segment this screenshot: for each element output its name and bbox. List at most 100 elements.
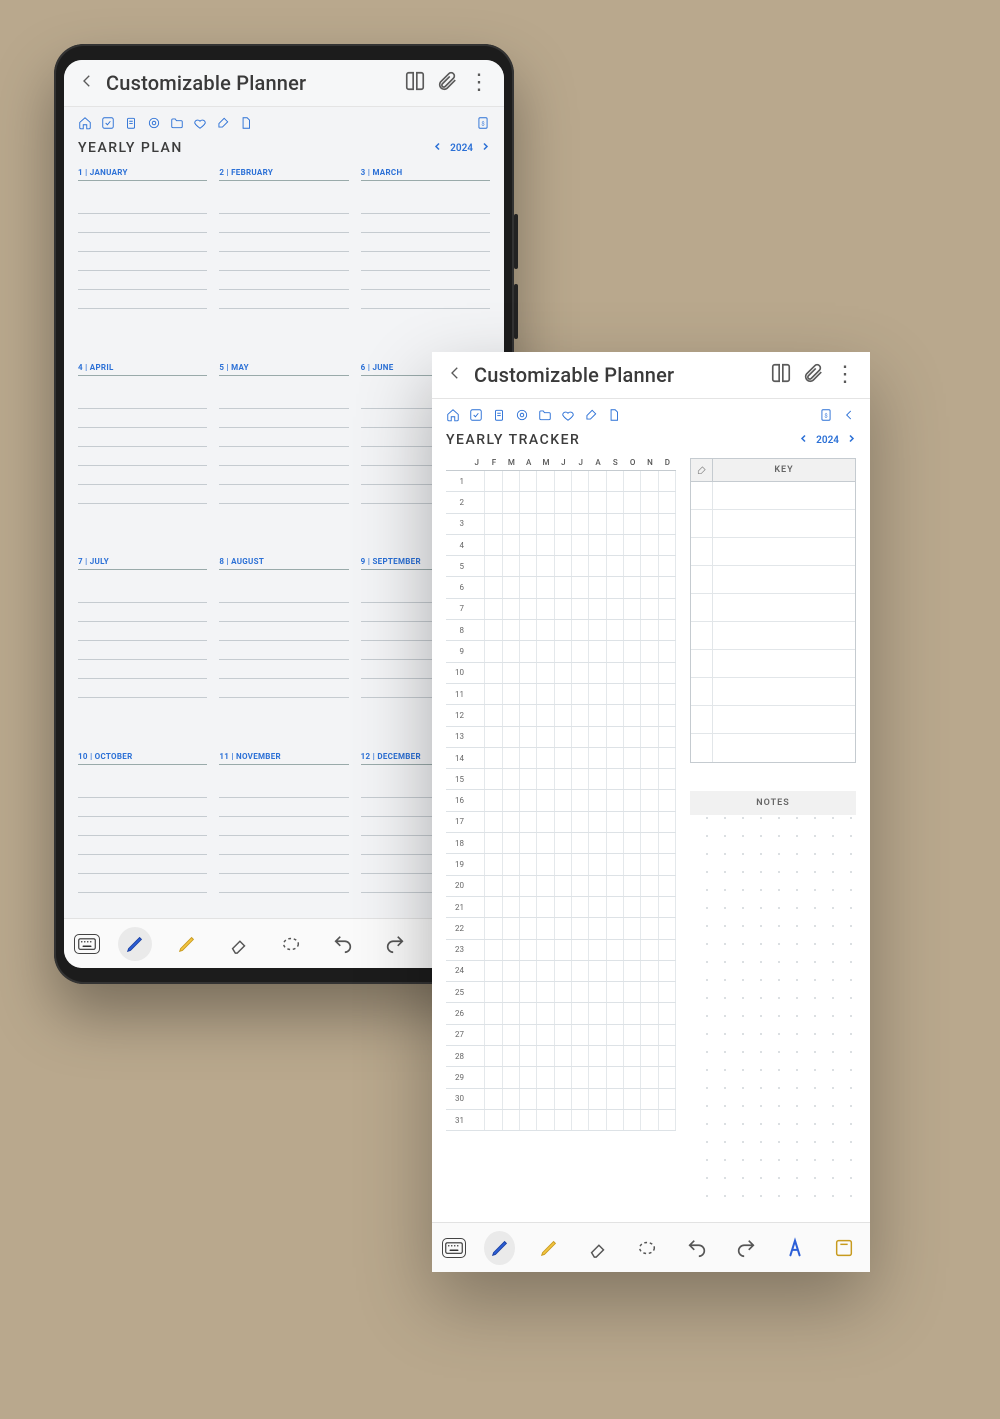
tracker-cell[interactable]: [641, 1067, 658, 1087]
tracker-cell[interactable]: [607, 1046, 624, 1066]
tracker-cell[interactable]: [503, 641, 520, 661]
tracker-cell[interactable]: [624, 1046, 641, 1066]
tracker-cell[interactable]: [520, 727, 537, 747]
expense-icon[interactable]: $: [819, 407, 833, 426]
checkbox-icon[interactable]: [469, 407, 483, 426]
tracker-cell[interactable]: [537, 876, 554, 896]
expense-icon[interactable]: $: [476, 115, 490, 134]
month-box-april[interactable]: 4 | APRIL: [72, 361, 213, 556]
tracker-cell[interactable]: [659, 940, 676, 960]
month-box-august[interactable]: 8 | AUGUST: [213, 555, 354, 750]
tracker-cell[interactable]: [659, 1046, 676, 1066]
tracker-cell[interactable]: [589, 1003, 606, 1023]
tracker-cell[interactable]: [624, 748, 641, 768]
tracker-cell[interactable]: [520, 684, 537, 704]
tracker-cell[interactable]: [572, 535, 589, 555]
tracker-cell[interactable]: [503, 1089, 520, 1109]
tracker-cell[interactable]: [607, 876, 624, 896]
tracker-cell[interactable]: [607, 1067, 624, 1087]
tracker-cell[interactable]: [555, 833, 572, 853]
tracker-cell[interactable]: [503, 684, 520, 704]
tracker-cell[interactable]: [537, 599, 554, 619]
tracker-cell[interactable]: [659, 492, 676, 512]
tracker-cell[interactable]: [503, 663, 520, 683]
year-label[interactable]: 2024: [450, 143, 473, 154]
tracker-cell[interactable]: [607, 1089, 624, 1109]
tracker-cell[interactable]: [555, 1003, 572, 1023]
tracker-cell[interactable]: [468, 854, 485, 874]
tracker-cell[interactable]: [589, 833, 606, 853]
key-row[interactable]: [691, 510, 855, 538]
tracker-cell[interactable]: [607, 961, 624, 981]
tracker-cell[interactable]: [641, 897, 658, 917]
tracker-cell[interactable]: [572, 940, 589, 960]
tracker-cell[interactable]: [659, 1089, 676, 1109]
tracker-cell[interactable]: [485, 854, 502, 874]
key-row[interactable]: [691, 678, 855, 706]
tracker-cell[interactable]: [641, 1025, 658, 1045]
tracker-cell[interactable]: [624, 599, 641, 619]
key-row[interactable]: [691, 706, 855, 734]
tracker-cell[interactable]: [659, 961, 676, 981]
tracker-cell[interactable]: [572, 876, 589, 896]
tracker-cell[interactable]: [485, 535, 502, 555]
tracker-cell[interactable]: [503, 492, 520, 512]
tracker-cell[interactable]: [607, 684, 624, 704]
tracker-cell[interactable]: [589, 471, 606, 491]
tracker-cell[interactable]: [624, 705, 641, 725]
tracker-cell[interactable]: [468, 577, 485, 597]
tracker-cell[interactable]: [624, 1025, 641, 1045]
tracker-cell[interactable]: [537, 769, 554, 789]
tracker-cell[interactable]: [468, 833, 485, 853]
tracker-cell[interactable]: [572, 812, 589, 832]
tracker-cell[interactable]: [607, 812, 624, 832]
tracker-cell[interactable]: [624, 471, 641, 491]
prev-year-button[interactable]: [433, 142, 442, 154]
tracker-cell[interactable]: [641, 748, 658, 768]
tracker-cell[interactable]: [589, 577, 606, 597]
tracker-cell[interactable]: [659, 535, 676, 555]
tracker-cell[interactable]: [624, 790, 641, 810]
tracker-cell[interactable]: [520, 876, 537, 896]
redo-icon[interactable]: [730, 1231, 761, 1265]
tracker-cell[interactable]: [503, 854, 520, 874]
tracker-cell[interactable]: [468, 876, 485, 896]
tracker-cell[interactable]: [520, 982, 537, 1002]
tracker-cell[interactable]: [485, 663, 502, 683]
tracker-cell[interactable]: [520, 1046, 537, 1066]
tracker-cell[interactable]: [537, 492, 554, 512]
tracker-cell[interactable]: [641, 790, 658, 810]
tracker-cell[interactable]: [624, 684, 641, 704]
tracker-cell[interactable]: [537, 663, 554, 683]
tracker-cell[interactable]: [659, 854, 676, 874]
tracker-cell[interactable]: [555, 577, 572, 597]
tracker-cell[interactable]: [572, 1089, 589, 1109]
tracker-cell[interactable]: [607, 897, 624, 917]
tracker-cell[interactable]: [572, 471, 589, 491]
tracker-cell[interactable]: [572, 599, 589, 619]
page-icon[interactable]: [239, 115, 253, 134]
tracker-cell[interactable]: [607, 705, 624, 725]
prev-year-button[interactable]: [799, 434, 808, 446]
tracker-cell[interactable]: [589, 918, 606, 938]
tracker-cell[interactable]: [468, 1067, 485, 1087]
tracker-cell[interactable]: [468, 961, 485, 981]
back-button[interactable]: [78, 72, 96, 94]
tracker-cell[interactable]: [659, 1110, 676, 1130]
tracker-cell[interactable]: [468, 727, 485, 747]
tracker-cell[interactable]: [589, 1046, 606, 1066]
tracker-cell[interactable]: [520, 620, 537, 640]
tracker-cell[interactable]: [624, 492, 641, 512]
tracker-cell[interactable]: [485, 1003, 502, 1023]
tracker-cell[interactable]: [520, 535, 537, 555]
tracker-cell[interactable]: [641, 705, 658, 725]
pen-tool-icon[interactable]: [484, 1231, 515, 1265]
tracker-cell[interactable]: [520, 492, 537, 512]
tracker-cell[interactable]: [537, 727, 554, 747]
tracker-cell[interactable]: [555, 471, 572, 491]
tracker-cell[interactable]: [641, 833, 658, 853]
tracker-cell[interactable]: [555, 1067, 572, 1087]
tracker-cell[interactable]: [537, 918, 554, 938]
tracker-cell[interactable]: [641, 1089, 658, 1109]
tracker-cell[interactable]: [537, 705, 554, 725]
